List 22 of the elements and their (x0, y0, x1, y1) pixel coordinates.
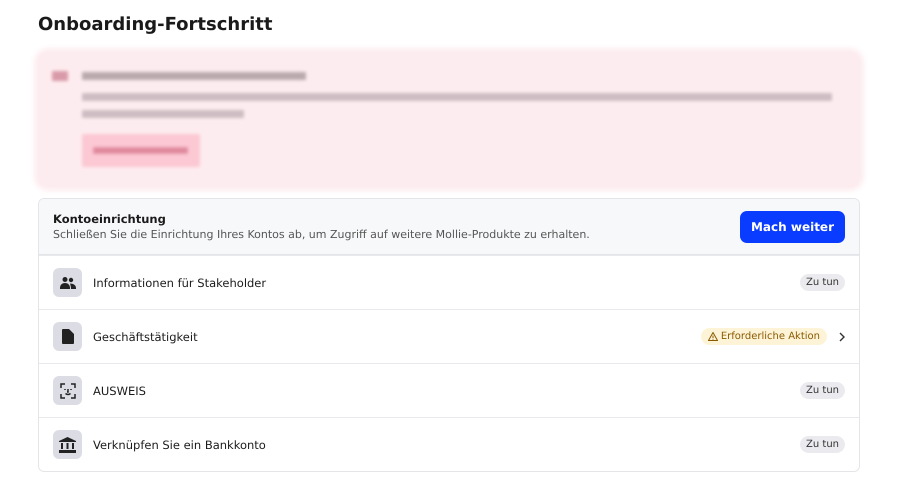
face-scan-icon (60, 382, 76, 398)
continue-button[interactable]: Mach weiter (740, 210, 845, 242)
step-label: Verknüpfen Sie ein Bankkonto (93, 438, 267, 452)
page-title: Onboarding-Fortschritt (38, 13, 274, 37)
warning-icon (708, 332, 718, 341)
step-row[interactable]: Verknüpfen Sie ein Bankkonto Zu tun (39, 417, 859, 471)
step-row[interactable]: Geschäftstätigkeit Erforderliche Aktion (39, 309, 859, 363)
bank-icon (59, 436, 76, 452)
step-label: Geschäftstätigkeit (93, 330, 199, 344)
chevron-icon[interactable] (839, 332, 845, 342)
status-badge: Zu tun (800, 436, 845, 453)
step-label: AUSWEIS (93, 384, 147, 398)
step-label: Informationen für Stakeholder (93, 276, 268, 290)
status-badge: Zu tun (800, 382, 845, 399)
status-badge: Erforderliche Aktion (700, 328, 827, 345)
document-icon (62, 329, 74, 344)
card-heading: Kontoeinrichtung (53, 212, 167, 226)
card-description: Schließen Sie die Einrichtung Ihres Kontos ab, um Zugriff auf weitere Mollie-Produkte zu erhalten. (53, 228, 591, 241)
step-row[interactable]: Informationen für Stakeholder Zu tun (39, 255, 859, 309)
step-row[interactable]: AUSWEIS Zu tun (39, 363, 859, 417)
people-icon (60, 276, 76, 290)
status-badge: Zu tun (800, 274, 845, 291)
